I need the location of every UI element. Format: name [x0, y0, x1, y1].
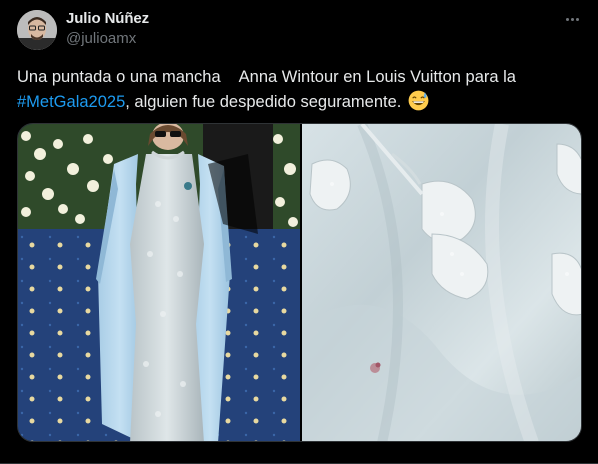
tweet-text-part3: , alguien fue despedido seguramente.: [125, 93, 402, 111]
photo-dress-closeup-stain-icon: [302, 124, 581, 441]
more-options-icon[interactable]: [561, 9, 583, 29]
author-name[interactable]: Julio Núñez: [66, 10, 149, 27]
tweet-card[interactable]: Julio Núñez @julioamx Una puntada o una …: [0, 0, 598, 464]
media-grid[interactable]: [17, 123, 582, 442]
tweet-text-part2: Anna Wintour en Louis Vuitton para la: [238, 68, 516, 86]
grinning-sweat-emoji-icon: [408, 90, 429, 111]
tweet-text-part1: Una puntada o una mancha: [17, 68, 221, 86]
tweet-text: Una puntada o una mancha Anna Wintour en …: [17, 65, 582, 115]
avatar-photo-icon: [17, 10, 57, 50]
media-image-1[interactable]: [18, 124, 300, 441]
author-avatar[interactable]: [17, 10, 57, 50]
media-image-2[interactable]: [302, 124, 581, 441]
hashtag-link[interactable]: #MetGala2025: [17, 93, 125, 111]
photo-anna-wintour-dress-icon: [18, 124, 300, 441]
author-handle[interactable]: @julioamx: [66, 30, 136, 47]
